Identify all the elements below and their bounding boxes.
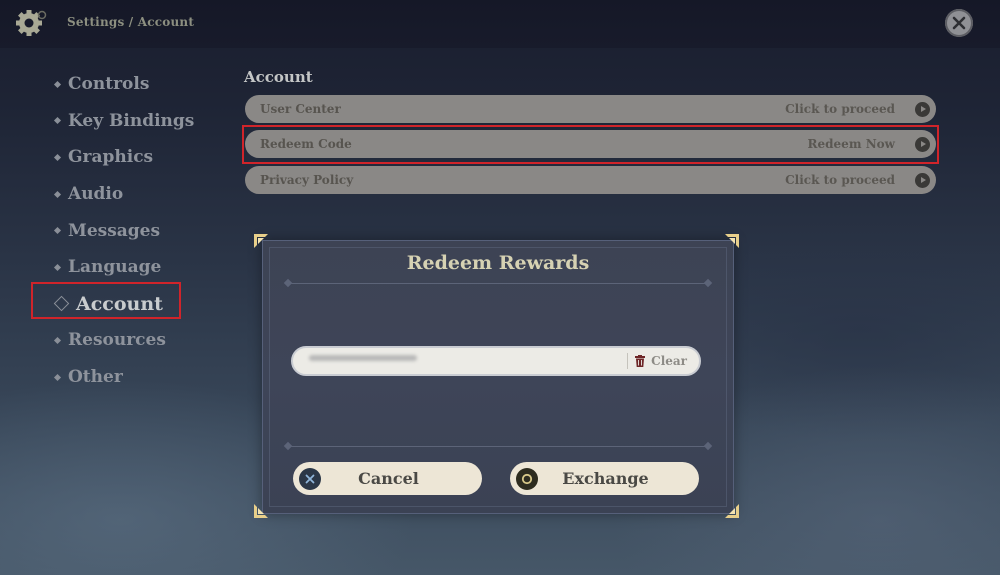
- privacy-policy-row[interactable]: Privacy Policy Click to proceed: [245, 166, 936, 194]
- dialog-title: Redeem Rewards: [406, 252, 590, 274]
- cancel-button[interactable]: Cancel: [293, 462, 482, 495]
- sidebar-item-graphics[interactable]: Graphics: [52, 139, 194, 176]
- close-button[interactable]: [945, 9, 973, 37]
- settings-sidebar: Controls Key Bindings Graphics Audio Mes…: [52, 66, 194, 395]
- clear-button[interactable]: Clear: [635, 354, 687, 368]
- sidebar-item-messages[interactable]: Messages: [52, 212, 194, 249]
- sidebar-item-key-bindings[interactable]: Key Bindings: [52, 103, 194, 140]
- clear-separator: [627, 353, 629, 369]
- sidebar-item-label: Key Bindings: [68, 110, 195, 131]
- row-label: Privacy Policy: [260, 173, 354, 187]
- footer-divider: [285, 446, 711, 447]
- sidebar-item-audio[interactable]: Audio: [52, 176, 194, 213]
- redeem-code-input[interactable]: [293, 348, 628, 374]
- exchange-button[interactable]: Exchange: [510, 462, 699, 495]
- section-title: Account: [244, 68, 313, 86]
- close-icon: [952, 16, 966, 30]
- redacted-code-text: [309, 355, 417, 361]
- gear-icon: [16, 10, 47, 36]
- user-center-row[interactable]: User Center Click to proceed: [245, 95, 936, 123]
- cancel-label: Cancel: [358, 469, 419, 488]
- redeem-rewards-dialog: Redeem Rewards Clear Cancel Exchange: [262, 240, 734, 514]
- diamond-bullet-icon: [53, 263, 62, 271]
- top-bar: Settings / Account: [0, 0, 1000, 48]
- row-action: Click to proceed: [785, 173, 895, 187]
- sidebar-item-label: Audio: [68, 184, 124, 205]
- diamond-bullet-icon: [53, 153, 62, 162]
- account-highlight-box: [31, 282, 181, 319]
- corner-ornament-icon: [254, 504, 268, 518]
- clear-label: Clear: [651, 354, 687, 368]
- diamond-bullet-icon: [53, 190, 62, 198]
- code-input-container: Clear: [291, 346, 701, 376]
- corner-ornament-icon: [254, 234, 268, 248]
- sidebar-item-label: Graphics: [68, 147, 154, 168]
- sidebar-item-controls[interactable]: Controls: [52, 66, 194, 103]
- arrow-right-icon: [915, 101, 930, 117]
- diamond-bullet-icon: [53, 227, 62, 235]
- corner-ornament-icon: [725, 504, 739, 518]
- corner-ornament-icon: [725, 234, 739, 248]
- sidebar-item-label: Messages: [68, 220, 161, 241]
- arrow-right-icon: [915, 172, 930, 188]
- sidebar-item-label: Other: [68, 367, 123, 388]
- sidebar-item-label: Controls: [68, 74, 150, 95]
- sidebar-item-resources[interactable]: Resources: [52, 322, 194, 359]
- sidebar-item-label: Resources: [68, 330, 166, 351]
- diamond-bullet-icon: [53, 80, 62, 88]
- sidebar-item-other[interactable]: Other: [52, 359, 194, 396]
- breadcrumb: Settings / Account: [67, 15, 195, 29]
- sidebar-item-language[interactable]: Language: [52, 249, 194, 286]
- diamond-bullet-icon: [53, 336, 62, 344]
- diamond-bullet-icon: [53, 117, 62, 125]
- exchange-label: Exchange: [562, 469, 649, 488]
- diamond-bullet-icon: [53, 373, 62, 381]
- cancel-x-icon: [299, 467, 321, 490]
- redeem-code-highlight-box: [242, 125, 939, 164]
- row-action: Click to proceed: [785, 102, 895, 116]
- confirm-circle-icon: [516, 467, 538, 490]
- row-label: User Center: [260, 102, 341, 116]
- trash-icon: [635, 355, 646, 367]
- sidebar-item-label: Language: [68, 257, 162, 278]
- title-divider: [285, 283, 711, 284]
